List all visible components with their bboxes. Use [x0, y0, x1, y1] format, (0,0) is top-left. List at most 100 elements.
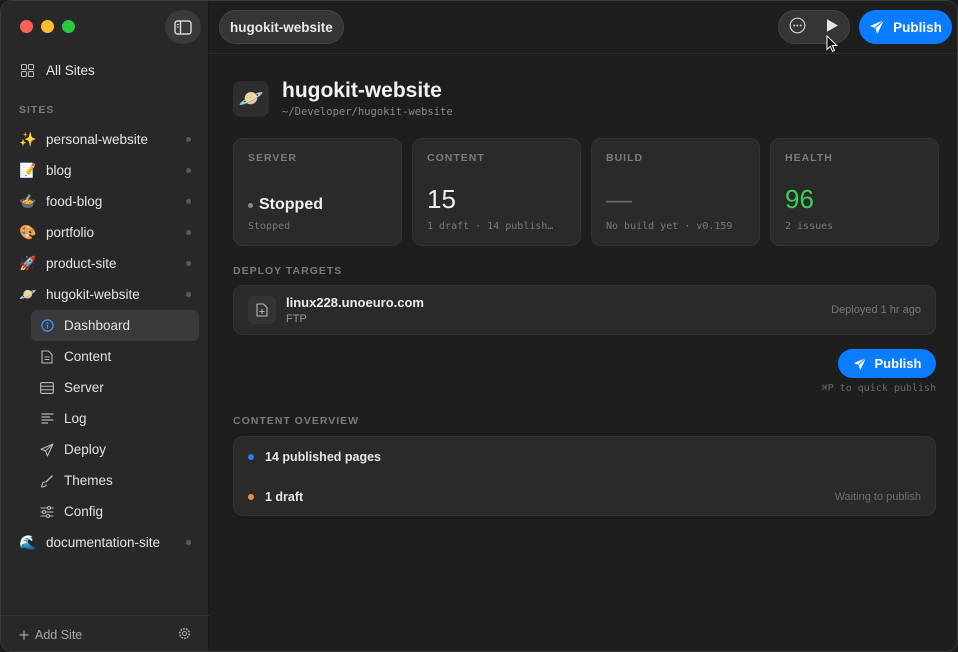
run-server-button[interactable]	[825, 18, 839, 36]
site-item-blog[interactable]: 📝 blog	[1, 155, 209, 186]
sites-section-label: SITES	[19, 104, 55, 116]
status-cards: SERVER Stopped Stopped CONTENT 15 1 draf…	[233, 138, 939, 246]
deploy-target-row[interactable]: linux228.unoeuro.com FTP Deployed 1 hr a…	[233, 285, 936, 335]
all-sites-link[interactable]: All Sites	[21, 63, 95, 78]
file-upload-icon	[248, 296, 276, 324]
nav-label: Config	[64, 504, 104, 519]
zoom-window-button[interactable]	[62, 20, 75, 33]
site-item-hugokit-website[interactable]: 🪐 hugokit-website	[1, 279, 209, 310]
paper-plane-icon	[870, 19, 885, 34]
nav-item-config[interactable]: Config	[31, 496, 199, 527]
server-status: Stopped	[248, 196, 323, 214]
paper-plane-icon	[853, 357, 866, 370]
wave-icon: 🌊	[19, 534, 37, 550]
deploy-targets-label: DEPLOY TARGETS	[233, 265, 343, 277]
site-list: ✨ personal-website 📝 blog 🍲 food-blog 🎨 …	[1, 124, 209, 558]
toolbar-controls	[778, 10, 850, 44]
site-name: food-blog	[46, 194, 103, 209]
build-value: —	[606, 184, 632, 214]
info-icon	[39, 318, 55, 334]
all-sites-label: All Sites	[46, 63, 95, 78]
memo-icon: 📝	[19, 162, 37, 178]
status-dot	[186, 230, 191, 235]
settings-button[interactable]	[178, 627, 191, 643]
server-status-value: Stopped	[259, 196, 323, 213]
status-dot	[186, 292, 191, 297]
build-card[interactable]: BUILD — No build yet · v0.159	[591, 138, 760, 246]
nav-label: Deploy	[64, 442, 107, 457]
site-breadcrumb[interactable]: hugokit-website	[219, 10, 344, 44]
sidebar-toggle-button[interactable]	[165, 10, 201, 44]
deploy-protocol: FTP	[286, 313, 307, 325]
add-site-button[interactable]: Add Site	[19, 628, 82, 642]
status-dot	[186, 199, 191, 204]
more-button[interactable]	[789, 17, 806, 37]
site-item-portfolio[interactable]: 🎨 portfolio	[1, 217, 209, 248]
card-subtext: 2 issues	[785, 221, 834, 232]
site-name: portfolio	[46, 225, 95, 240]
card-subtext: 1 draft · 14 publish…	[427, 221, 554, 232]
content-card[interactable]: CONTENT 15 1 draft · 14 publish…	[412, 138, 581, 246]
nav-label: Dashboard	[64, 318, 131, 333]
site-name: blog	[46, 163, 72, 178]
health-score: 96	[785, 184, 814, 214]
nav-label: Log	[64, 411, 87, 426]
nav-item-server[interactable]: Server	[31, 372, 199, 403]
more-icon	[789, 17, 806, 34]
deploy-host: linux228.unoeuro.com	[286, 295, 424, 310]
main-panel: hugokit-website Publish 🪐 hugokit-websit…	[209, 1, 957, 651]
paper-plane-icon	[39, 442, 55, 458]
sidebar-footer: Add Site	[1, 615, 209, 651]
draft-row[interactable]: 1 draft Waiting to publish	[234, 477, 935, 517]
nav-item-log[interactable]: Log	[31, 403, 199, 434]
site-name: documentation-site	[46, 535, 161, 550]
status-dot	[248, 202, 253, 208]
plus-icon	[19, 630, 29, 639]
publish-button-secondary[interactable]: Publish	[838, 349, 936, 378]
brush-icon	[39, 473, 55, 489]
site-name: product-site	[46, 256, 117, 271]
planet-icon: 🪐	[233, 80, 269, 117]
close-window-button[interactable]	[20, 20, 33, 33]
publish-label: Publish	[874, 356, 922, 371]
site-item-food-blog[interactable]: 🍲 food-blog	[1, 186, 209, 217]
card-label: SERVER	[248, 152, 297, 164]
food-bowl-icon: 🍲	[19, 193, 37, 209]
card-label: HEALTH	[785, 152, 833, 164]
nav-label: Server	[64, 380, 104, 395]
minimize-window-button[interactable]	[41, 20, 54, 33]
site-item-personal-website[interactable]: ✨ personal-website	[1, 124, 209, 155]
document-icon	[39, 349, 55, 365]
site-name: hugokit-website	[46, 287, 140, 302]
app-window: All Sites SITES ✨ personal-website 📝 blo…	[0, 0, 958, 652]
draft-note: Waiting to publish	[834, 491, 921, 503]
site-header: 🪐 hugokit-website ~/Developer/hugokit-we…	[233, 79, 453, 118]
content-overview-label: CONTENT OVERVIEW	[233, 415, 360, 427]
nav-label: Content	[64, 349, 112, 364]
add-site-label: Add Site	[35, 627, 83, 642]
sliders-icon	[39, 504, 55, 520]
published-count: 14 published pages	[265, 450, 382, 464]
play-icon	[827, 19, 839, 32]
nav-item-content[interactable]: Content	[31, 341, 199, 372]
rocket-icon: 🚀	[19, 255, 37, 271]
nav-item-dashboard[interactable]: Dashboard	[31, 310, 199, 341]
site-item-product-site[interactable]: 🚀 product-site	[1, 248, 209, 279]
draft-dot	[248, 494, 254, 500]
site-path: ~/Developer/hugokit-website	[282, 106, 453, 118]
status-dot	[186, 261, 191, 266]
health-card[interactable]: HEALTH 96 2 issues	[770, 138, 939, 246]
publish-button[interactable]: Publish	[859, 10, 952, 44]
gear-icon	[178, 627, 191, 639]
window-controls	[20, 20, 75, 33]
published-row[interactable]: 14 published pages	[234, 437, 935, 477]
card-subtext: Stopped	[248, 221, 291, 232]
content-count: 15	[427, 184, 456, 214]
mouse-cursor-icon	[826, 35, 838, 52]
server-card[interactable]: SERVER Stopped Stopped	[233, 138, 402, 246]
nav-item-themes[interactable]: Themes	[31, 465, 199, 496]
status-dot	[186, 540, 191, 545]
draft-count: 1 draft	[265, 490, 304, 504]
site-item-documentation-site[interactable]: 🌊 documentation-site	[1, 527, 209, 558]
nav-item-deploy[interactable]: Deploy	[31, 434, 199, 465]
